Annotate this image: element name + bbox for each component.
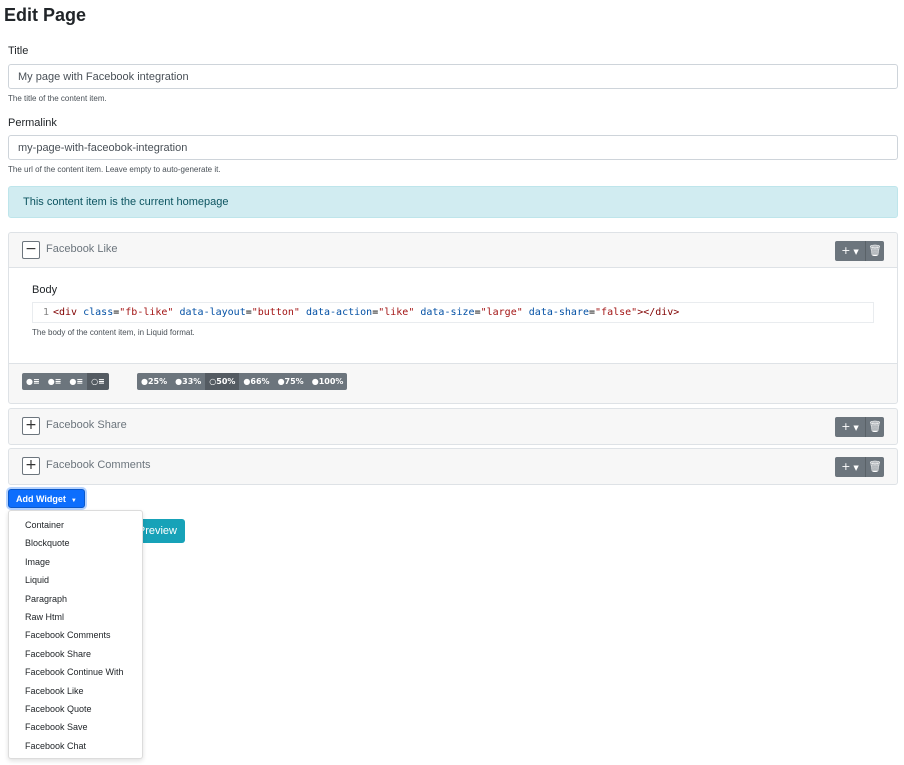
widget-footer: ●≡ ●≡ ●≡ ○≡ ●25% ●33% ○50% ●66% ●75% ●10… — [9, 363, 897, 403]
dropdown-item-facebook-like[interactable]: Facebook Like — [9, 682, 142, 700]
radio-dot-icon: ● — [141, 377, 148, 386]
width-25-button[interactable]: ●25% — [137, 373, 172, 390]
title-input[interactable] — [8, 64, 898, 89]
widget-title: Facebook Comments — [46, 459, 151, 471]
code-token: "fb-like" — [119, 307, 174, 318]
width-50-button[interactable]: ○50% — [205, 373, 240, 390]
trash-icon: 🗑 — [868, 420, 882, 433]
title-hint: The title of the content item. — [8, 94, 107, 103]
width-label: 25% — [147, 377, 168, 386]
caret-down-icon: ▼ — [853, 248, 859, 256]
dropdown-item-facebook-share[interactable]: Facebook Share — [9, 645, 142, 663]
width-label: 66% — [250, 377, 270, 386]
code-token: ></div> — [637, 307, 680, 318]
width-label: 50% — [216, 377, 236, 386]
add-widget-button[interactable]: Add Widget ▼ — [8, 489, 85, 508]
width-33-button[interactable]: ●33% — [171, 373, 206, 390]
code-token: data-size — [420, 307, 475, 318]
code-token: <div — [53, 307, 78, 318]
dropdown-item-facebook-chat[interactable]: Facebook Chat — [9, 737, 142, 755]
dropdown-item-container[interactable]: Container — [9, 516, 142, 534]
add-dropdown-button[interactable]: + ▼ — [835, 241, 866, 261]
dropdown-item-facebook-save[interactable]: Facebook Save — [9, 718, 142, 736]
widget-title: Facebook Like — [46, 243, 118, 255]
radio-dot-icon: ● — [311, 377, 319, 386]
width-75-button[interactable]: ●75% — [273, 373, 308, 390]
body-hint: The body of the content item, in Liquid … — [32, 328, 195, 337]
body-label: Body — [32, 284, 58, 296]
add-widget-dropdown-menu: Container Blockquote Image Liquid Paragr… — [8, 510, 143, 759]
caret-down-icon: ▼ — [853, 424, 859, 432]
expand-toggle-button[interactable]: + — [22, 457, 40, 475]
code-token: "like" — [378, 307, 415, 318]
trash-icon: 🗑 — [868, 460, 882, 473]
permalink-label: Permalink — [8, 117, 57, 129]
widget-tools: + ▼ 🗑 — [835, 241, 884, 261]
add-widget-label: Add Widget — [16, 494, 66, 504]
widget-header: + Facebook Share + ▼ 🗑 — [9, 409, 897, 444]
delete-button[interactable]: 🗑 — [866, 457, 884, 477]
plus-icon: + — [841, 420, 851, 433]
dropdown-item-liquid[interactable]: Liquid — [9, 571, 142, 589]
widget-header: − Facebook Like + ▼ 🗑 — [9, 233, 897, 267]
trash-icon: 🗑 — [868, 244, 882, 257]
homepage-alert: This content item is the current homepag… — [8, 186, 898, 218]
expand-toggle-button[interactable]: + — [22, 417, 40, 435]
widget-title: Facebook Share — [46, 419, 127, 431]
code-token: data-layout — [179, 307, 246, 318]
widget-facebook-like: − Facebook Like + ▼ 🗑 Body 1 <div class="f… — [8, 232, 898, 404]
width-66-button[interactable]: ●66% — [239, 373, 274, 390]
plus-icon: + — [841, 244, 851, 257]
add-dropdown-button[interactable]: + ▼ — [835, 417, 866, 437]
align-right-icon[interactable]: ●≡ — [65, 373, 88, 390]
align-center-icon[interactable]: ●≡ — [43, 373, 66, 390]
width-label: 100% — [318, 377, 344, 386]
width-100-button[interactable]: ●100% — [307, 373, 348, 390]
widget-facebook-comments: + Facebook Comments + ▼ 🗑 — [8, 448, 898, 485]
widget-body: Body 1 <div class="fb-like" data-layout="… — [9, 267, 897, 363]
dropdown-item-paragraph[interactable]: Paragraph — [9, 590, 142, 608]
dropdown-item-raw-html[interactable]: Raw Html — [9, 608, 142, 626]
plus-icon: + — [841, 460, 851, 473]
line-number: 1 — [42, 307, 49, 318]
code-token: "large" — [480, 307, 523, 318]
width-label: 33% — [182, 377, 202, 386]
widget-tools: + ▼ 🗑 — [835, 457, 884, 477]
width-label: 75% — [284, 377, 304, 386]
code-token: "button" — [251, 307, 300, 318]
code-token: data-share — [528, 307, 589, 318]
dropdown-item-image[interactable]: Image — [9, 553, 142, 571]
collapse-toggle-button[interactable]: − — [22, 241, 40, 259]
widget-header: + Facebook Comments + ▼ 🗑 — [9, 449, 897, 484]
align-left-icon[interactable]: ●≡ — [22, 373, 44, 390]
caret-down-icon: ▼ — [70, 498, 77, 504]
radio-dot-icon: ● — [277, 377, 285, 386]
dropdown-item-facebook-quote[interactable]: Facebook Quote — [9, 700, 142, 718]
permalink-input[interactable] — [8, 135, 898, 160]
delete-button[interactable]: 🗑 — [866, 241, 884, 261]
code-token: "false" — [595, 307, 638, 318]
delete-button[interactable]: 🗑 — [866, 417, 884, 437]
width-button-group: ●25% ●33% ○50% ●66% ●75% ●100% — [137, 373, 348, 390]
align-justify-icon[interactable]: ○≡ — [87, 373, 109, 390]
permalink-hint: The url of the content item. Leave empty… — [8, 165, 221, 174]
alignment-button-group: ●≡ ●≡ ●≡ ○≡ — [22, 373, 109, 390]
dropdown-item-blockquote[interactable]: Blockquote — [9, 534, 142, 552]
dropdown-item-facebook-comments[interactable]: Facebook Comments — [9, 626, 142, 644]
widget-facebook-share: + Facebook Share + ▼ 🗑 — [8, 408, 898, 445]
page-title: Edit Page — [4, 5, 87, 25]
code-token: data-action — [305, 307, 373, 318]
caret-down-icon: ▼ — [853, 464, 859, 472]
dropdown-item-facebook-continue-with[interactable]: Facebook Continue With — [9, 663, 142, 681]
code-token: class — [83, 307, 114, 318]
code-editor[interactable]: 1 <div class="fb-like" data-layout="butto… — [32, 302, 874, 323]
widget-tools: + ▼ 🗑 — [835, 417, 884, 437]
title-label: Title — [8, 45, 29, 57]
add-dropdown-button[interactable]: + ▼ — [835, 457, 866, 477]
